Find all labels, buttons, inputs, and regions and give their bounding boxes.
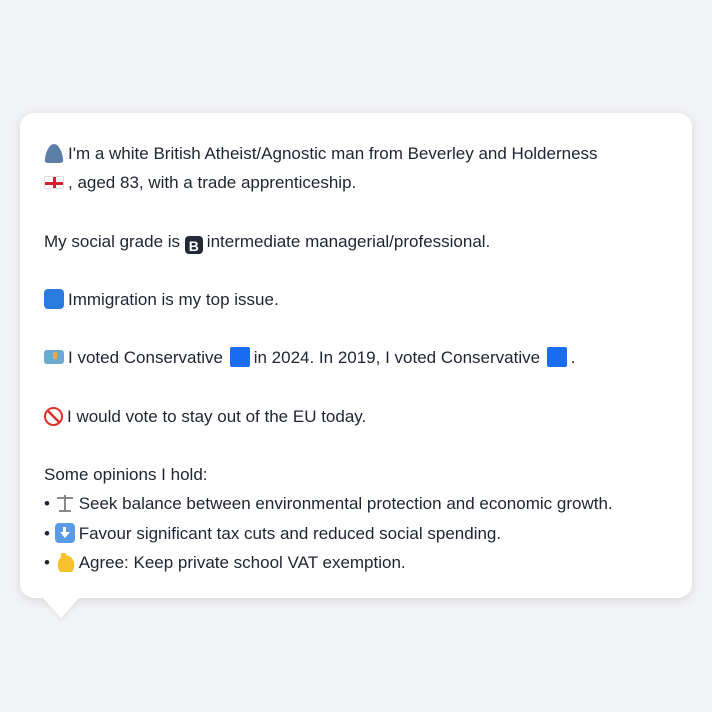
social-grade-line: My social grade is Bintermediate manager…	[44, 231, 491, 254]
passport-control-icon	[44, 288, 64, 309]
person-icon	[44, 143, 64, 163]
opinion-item: • Agree: Keep private school VAT exempti…	[44, 551, 406, 572]
prohibited-icon	[44, 406, 63, 426]
england-flag-icon	[44, 176, 64, 190]
top-issue-line: Immigration is my top issue.	[44, 285, 668, 314]
balance-scale-icon	[54, 493, 75, 514]
grade-b-icon: B	[184, 235, 203, 254]
identity-line-2: , aged 83, with a trade apprenticeship.	[44, 168, 668, 197]
opinion-item: • Favour significant tax cuts and reduce…	[44, 522, 502, 543]
vote-line: I voted Conservative in 2024. In 2019, I…	[44, 343, 668, 372]
blue-square-icon	[546, 347, 567, 368]
identity-line: I'm a white British Atheist/Agnostic man…	[44, 139, 668, 168]
ballot-box-icon	[44, 350, 64, 365]
eu-line: I would vote to stay out of the EU today…	[44, 402, 668, 431]
thumbs-up-icon	[54, 551, 75, 572]
opinion-item: • Seek balance between environmental pro…	[44, 493, 613, 514]
opinions-heading: Some opinions I hold:	[44, 465, 208, 485]
speech-bubble-tail	[42, 597, 80, 618]
down-arrow-icon	[54, 522, 75, 543]
profile-card: I'm a white British Atheist/Agnostic man…	[20, 113, 692, 598]
blue-square-icon	[229, 347, 250, 368]
